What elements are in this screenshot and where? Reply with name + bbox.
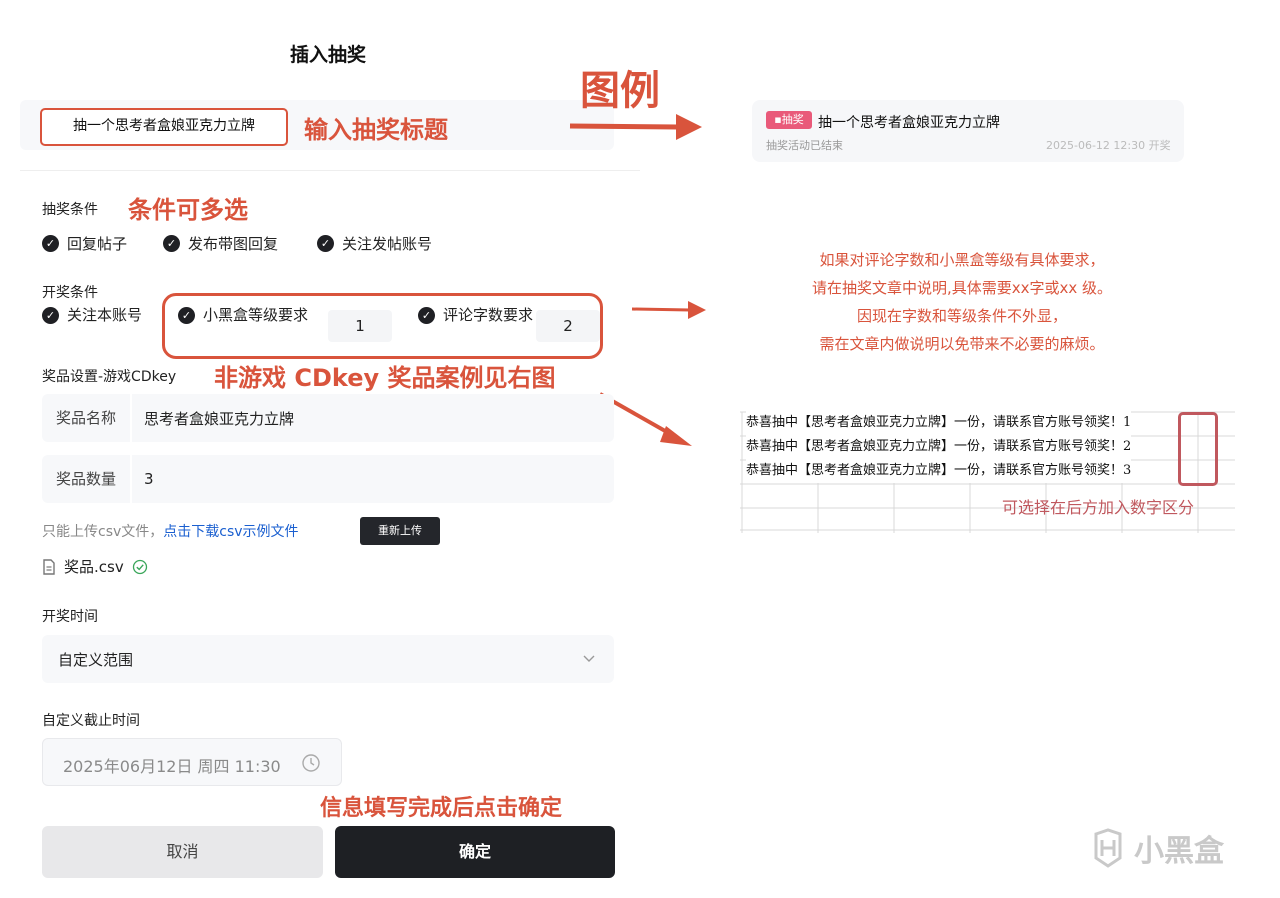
draw-time-select[interactable]: 自定义范围 [42,635,614,683]
draw-condition-label: 评论字数要求 [443,306,534,324]
dialog-title: 插入抽奖 [289,44,366,66]
prize-name-label: 奖品名称 [42,394,132,442]
sheet-row: 恭喜抽中【思考者盒娘亚克力立牌】一份，请联系官方账号领奖！1 [746,415,1132,430]
annotation-multi-select: 条件可多选 [128,196,248,224]
preview-time: 2025-06-12 12:30 开奖 [1046,139,1171,152]
upload-hint-row: 只能上传csv文件，点击下载csv示例文件 [42,521,299,541]
reupload-button[interactable]: 重新上传 [360,517,440,545]
condition-label: 回复帖子 [67,235,128,253]
confirm-button[interactable]: 确定 [335,826,615,878]
divider [20,170,640,171]
sheet-row: 恭喜抽中【思考者盒娘亚克力立牌】一份，请联系官方账号领奖！3 [746,463,1132,478]
conditions-label: 抽奖条件 [42,202,98,218]
success-check-icon [132,559,147,574]
annotation-finish: 信息填写完成后点击确定 [320,796,563,821]
draw-condition-label: 小黑盒等级要求 [203,306,309,324]
check-circle-icon: ✓ [42,306,59,324]
preview-title: 抽一个思考者盒娘亚克力立牌 [818,115,1000,131]
condition-label: 关注发帖账号 [342,235,433,253]
annotation-legend: 图例 [580,68,660,114]
draw-condition-words[interactable]: ✓ 评论字数要求 [418,305,539,325]
upload-hint: 只能上传csv文件， [42,524,164,540]
chevron-down-icon [583,655,595,662]
check-circle-icon: ✓ [42,235,59,252]
deadline-label: 自定义截止时间 [42,713,140,729]
prize-settings-label: 奖品设置-游戏CDkey [42,369,177,385]
condition-reply-post[interactable]: ✓ 回复帖子 [42,233,127,254]
draw-condition-level[interactable]: ✓ 小黑盒等级要求 [178,305,315,325]
deadline-value: 2025年06月12日 周四 11:30 [63,757,281,776]
arrow-right-icon [631,301,706,319]
arrow-right-icon [569,114,702,140]
preview-status: 抽奖活动已结束 [766,139,843,152]
condition-image-reply[interactable]: ✓ 发布带图回复 [163,233,278,254]
file-name: 奖品.csv [64,558,124,576]
clock-icon [302,754,320,772]
uploaded-file: 奖品.csv [42,556,148,577]
draw-condition-label: 关注本账号 [67,306,143,324]
sheet-rows: 恭喜抽中【思考者盒娘亚克力立牌】一份，请联系官方账号领奖！1 恭喜抽中【思考者盒… [746,411,1132,483]
sheet-row: 恭喜抽中【思考者盒娘亚克力立牌】一份，请联系官方账号领奖！2 [746,439,1132,454]
prize-name-row[interactable]: 奖品名称 思考者盒娘亚克力立牌 [42,394,614,442]
watermark: 小黑盒 [1088,826,1224,870]
condition-label: 发布带图回复 [188,235,279,253]
draw-conditions-label: 开奖条件 [42,285,98,301]
check-circle-icon: ✓ [317,235,334,252]
annotation-sheet-note: 可选择在后方加入数字区分 [1002,498,1195,517]
prize-count-input[interactable]: 3 [132,470,154,488]
check-circle-icon: ✓ [418,306,435,324]
file-icon [43,558,55,575]
lottery-title-input[interactable]: 抽一个思考者盒娘亚克力立牌 [40,108,288,146]
xiaoheihe-logo-icon [1094,828,1122,868]
word-count-input[interactable]: 2 [536,310,600,342]
annotation-number-box [1178,412,1218,486]
check-circle-icon: ✓ [178,306,195,324]
draw-time-label: 开奖时间 [42,609,98,625]
level-requirement-input[interactable]: 1 [328,310,392,342]
gamepad-icon: ▪ [774,113,782,126]
prize-name-input[interactable]: 思考者盒娘亚克力立牌 [132,408,294,429]
draw-condition-follow[interactable]: ✓ 关注本账号 [42,305,147,325]
annotation-non-game: 非游戏 CDkey 奖品案例见右图 [214,364,556,392]
prize-count-label: 奖品数量 [42,455,132,503]
annotation-requirement-note: 如果对评论字数和小黑盒等级有具体要求， 请在抽奖文章中说明,具体需要xx字或xx… [811,251,1113,353]
download-sample-link[interactable]: 点击下载csv示例文件 [163,524,298,540]
cancel-button[interactable]: 取消 [42,826,323,878]
draw-time-value: 自定义范围 [58,651,134,669]
prize-count-row[interactable]: 奖品数量 3 [42,455,614,503]
lottery-tag: ▪抽奖 [766,111,812,129]
check-circle-icon: ✓ [163,235,180,252]
condition-follow-poster[interactable]: ✓ 关注发帖账号 [317,233,432,254]
deadline-picker[interactable]: 2025年06月12日 周四 11:30 [42,738,342,786]
annotation-enter-title: 输入抽奖标题 [304,116,448,144]
